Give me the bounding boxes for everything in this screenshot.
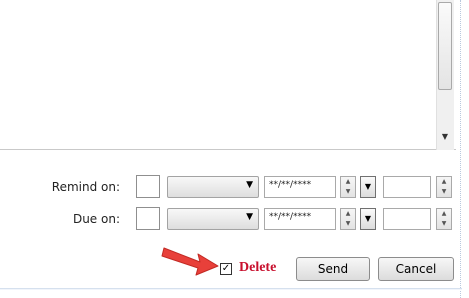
spin-up-icon[interactable]: ▲ [437,177,451,187]
spin-down-icon[interactable]: ▼ [437,219,451,229]
frame-border [460,0,462,298]
scroll-down-icon[interactable]: ▼ [438,128,452,146]
remind-on-time-field[interactable] [383,176,431,198]
spin-down-icon[interactable]: ▼ [341,219,355,229]
remind-on-calendar-dropdown[interactable]: ▼ [360,176,376,198]
spin-up-icon[interactable]: ▲ [341,177,355,187]
send-button[interactable]: Send [296,257,370,281]
cancel-button[interactable]: Cancel [378,257,454,281]
notes-text-area[interactable] [0,0,456,150]
scrollbar-thumb[interactable] [438,2,452,90]
due-on-time-spinner[interactable]: ▲ ▼ [436,208,452,230]
remind-on-date-field[interactable]: **/**/**** [264,176,336,198]
remind-on-select[interactable]: ▼ [167,176,259,198]
due-on-time-field[interactable] [383,208,431,230]
due-on-date-spinner[interactable]: ▲ ▼ [340,208,356,230]
remind-on-date-spinner[interactable]: ▲ ▼ [340,176,356,198]
remind-on-time-spinner[interactable]: ▲ ▼ [436,176,452,198]
due-on-select[interactable]: ▼ [167,208,259,230]
remind-on-checkbox[interactable] [136,175,160,198]
chevron-down-icon: ▼ [246,212,253,222]
red-arrow-icon [161,247,219,276]
delete-label[interactable]: Delete [239,260,276,276]
frame-border-bottom [0,288,462,290]
chevron-down-icon: ▼ [246,180,253,190]
remind-on-label: Remind on: [51,180,120,194]
spin-down-icon[interactable]: ▼ [341,187,355,197]
due-on-checkbox[interactable] [136,207,160,230]
due-on-date-field[interactable]: **/**/**** [264,208,336,230]
spin-up-icon[interactable]: ▲ [437,209,451,219]
spin-down-icon[interactable]: ▼ [437,187,451,197]
spin-up-icon[interactable]: ▲ [341,209,355,219]
due-on-calendar-dropdown[interactable]: ▼ [360,208,376,230]
delete-checkbox[interactable]: ✓ [220,263,232,275]
due-on-label: Due on: [72,212,120,226]
